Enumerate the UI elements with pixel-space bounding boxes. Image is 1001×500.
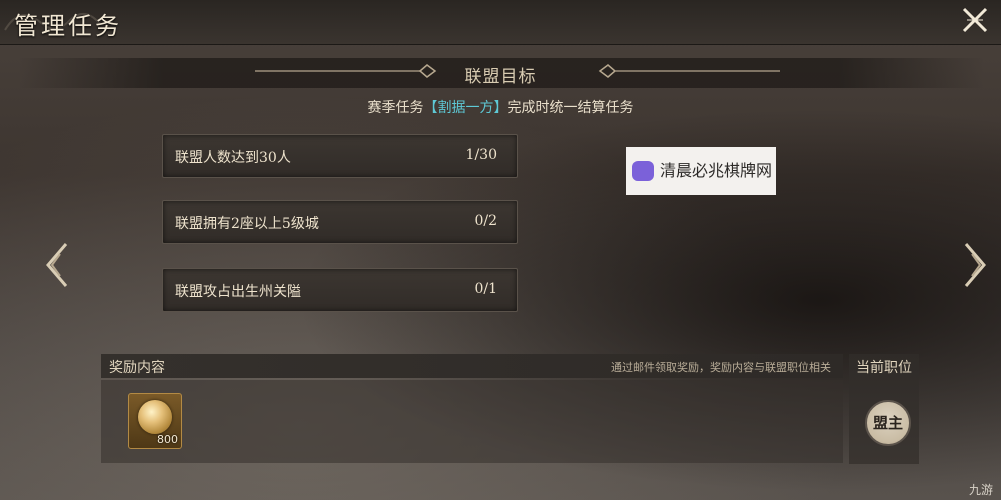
next-page-arrow-icon[interactable] — [962, 240, 990, 290]
subtitle-prefix: 赛季任务 — [367, 100, 424, 116]
reward-item[interactable]: 800 — [128, 393, 182, 449]
season-task-subtitle: 赛季任务【割据一方】完成时统一结算任务 — [0, 97, 1001, 117]
task-label: 联盟人数达到30人 — [175, 150, 291, 166]
reward-note: 通过邮件领取奖励，奖励内容与联盟职位相关 — [611, 361, 831, 374]
close-icon[interactable] — [959, 4, 991, 36]
reward-label: 奖励内容 — [109, 360, 165, 376]
task-label: 联盟拥有2座以上5级城 — [175, 216, 319, 232]
task-row: 联盟攻占出生州关隘 0/1 — [162, 268, 518, 312]
task-progress: 0/1 — [474, 281, 497, 297]
gold-coin-icon — [138, 400, 172, 434]
page-title: 管理任务 — [14, 12, 122, 40]
section-title: 联盟目标 — [464, 67, 537, 87]
watermark-text: 清晨必兆棋牌网 — [660, 161, 773, 180]
season-task-link[interactable]: 【割据一方】 — [424, 100, 508, 116]
top-bar: 管理任务 — [0, 0, 1001, 45]
task-progress: 0/2 — [474, 213, 497, 229]
task-progress: 1/30 — [465, 147, 497, 163]
task-row: 联盟人数达到30人 1/30 — [162, 134, 518, 178]
previous-page-arrow-icon[interactable] — [42, 240, 70, 290]
watermark-logo-icon — [632, 161, 654, 181]
reward-list — [101, 380, 843, 463]
task-label: 联盟攻占出生州关隘 — [175, 284, 301, 300]
position-label: 当前职位 — [856, 360, 912, 376]
subtitle-suffix: 完成时统一结算任务 — [507, 100, 634, 116]
reward-header: 奖励内容 通过邮件领取奖励，奖励内容与联盟职位相关 — [101, 354, 843, 378]
task-row: 联盟拥有2座以上5级城 0/2 — [162, 200, 518, 244]
position-badge: 盟主 — [865, 400, 911, 446]
current-position-panel: 当前职位 盟主 — [849, 354, 919, 464]
right-ornament-icon — [598, 64, 780, 78]
corner-logo-text: 九游 — [968, 483, 993, 497]
watermark: 清晨必兆棋牌网 — [626, 147, 776, 195]
reward-quantity: 800 — [157, 433, 178, 446]
